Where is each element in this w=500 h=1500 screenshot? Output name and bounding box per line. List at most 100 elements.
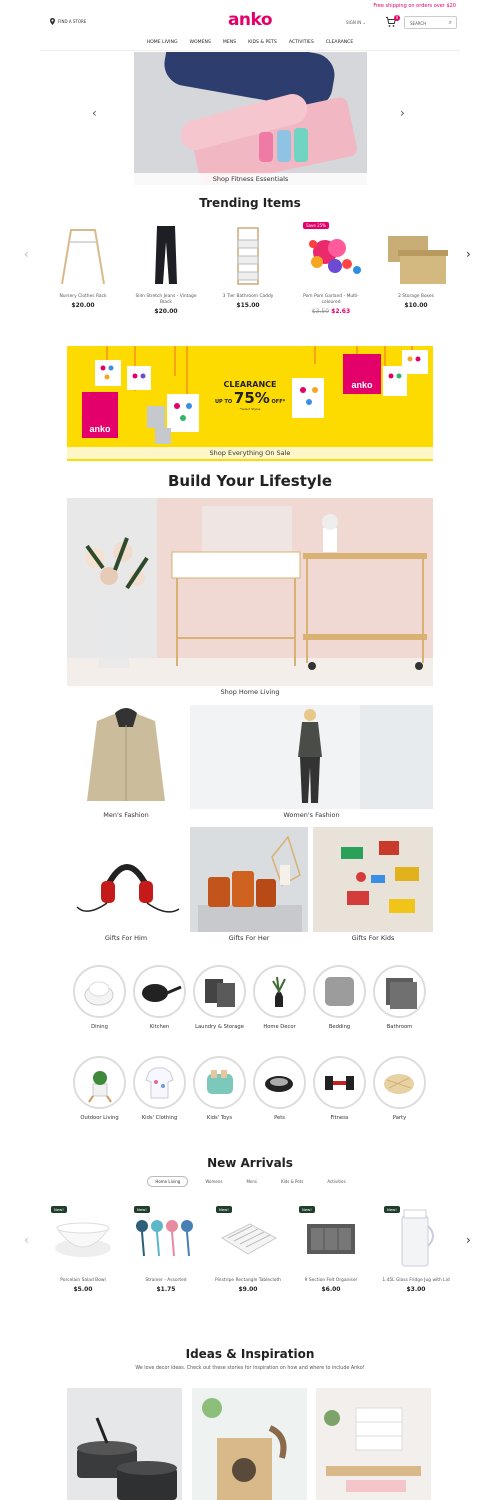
mens-fashion-caption[interactable]: Men's Fashion — [67, 809, 185, 821]
trending-product-3[interactable]: 3 Tier Bathroom Caddy $15.00 — [212, 222, 284, 309]
trending-next-arrow-icon[interactable]: › — [466, 247, 471, 261]
search-input[interactable]: SEARCH ⌕ — [404, 16, 457, 29]
clearance-banner[interactable]: anko anko CLEARANCE UP TO 75% OFF* *Sele… — [67, 346, 433, 461]
gifts-for-kids-caption[interactable]: Gifts For Kids — [313, 932, 433, 944]
nav-kids-pets[interactable]: KIDS & PETS — [248, 40, 277, 45]
hero-caption[interactable]: Shop Fitness Essentials — [134, 173, 367, 185]
product-price: $1.75 — [156, 1286, 176, 1293]
new-arrivals-tabs: Home Living Womens Mens Kids & Pets Acti… — [0, 1176, 500, 1187]
gifts-for-kids-tile[interactable]: Gifts For Kids — [313, 827, 433, 945]
new-badge: New! — [51, 1206, 67, 1213]
nav-womens[interactable]: WOMENS — [190, 40, 211, 45]
candles-image — [190, 827, 308, 932]
chevron-down-icon: ⌄ — [362, 20, 366, 25]
ideas-subtitle: We love decor ideas. Check out these sto… — [135, 1366, 365, 1371]
product-name: 9 Section Felt Organiser — [304, 1278, 358, 1283]
kids-top-icon — [133, 1056, 186, 1109]
category-outdoor-living[interactable]: Outdoor Living — [73, 1056, 126, 1122]
product-name: 3 Tier Bathroom Caddy — [222, 294, 274, 299]
product-name: 2 Storage Boxes — [398, 294, 434, 299]
gifts-for-her-tile[interactable]: Gifts For Her — [190, 827, 308, 945]
trending-product-2[interactable]: Slim Stretch Jeans - Vintage Black $20.0… — [130, 222, 202, 315]
dining-icon — [73, 965, 126, 1018]
home-living-tile[interactable]: Shop Home Living — [67, 498, 433, 700]
fitness-image — [134, 52, 367, 185]
kitchen-pan-icon — [133, 965, 186, 1018]
product-name: Pinstripe Rectangle Tablecloth — [215, 1278, 281, 1283]
product-price: $10.00 — [404, 302, 428, 309]
product-price: $20.00 — [71, 302, 95, 309]
new-product-3[interactable]: New! Pinstripe Rectangle Tablecloth $9.0… — [212, 1206, 284, 1293]
category-kids-toys[interactable]: Kids' Toys — [193, 1056, 246, 1122]
idea-card-storage[interactable] — [316, 1388, 431, 1500]
product-name: Strainer - Assorted — [145, 1278, 187, 1283]
category-kids-clothing[interactable]: Kids' Clothing — [133, 1056, 186, 1122]
category-label: Kids' Clothing — [141, 1115, 178, 1121]
new-product-1[interactable]: New! Porcelain Salad Bowl $5.00 — [47, 1206, 119, 1293]
category-home-decor[interactable]: Home Decor — [253, 965, 306, 1031]
gifts-for-him-tile[interactable]: Gifts For Him — [67, 827, 185, 945]
category-bathroom[interactable]: Bathroom — [373, 965, 426, 1031]
trending-prev-arrow-icon[interactable]: ‹ — [24, 247, 29, 261]
trending-product-4[interactable]: Save 25% Pom Pom Garland - Multi-coloure… — [295, 222, 367, 315]
tab-mens[interactable]: Mens — [239, 1177, 264, 1186]
search-icon[interactable]: ⌕ — [449, 19, 452, 27]
hero-next-arrow-icon[interactable]: › — [400, 106, 405, 120]
free-shipping-promo[interactable]: Free shipping on orders over $20 — [373, 3, 456, 9]
ideas-title: Ideas & Inspiration — [185, 1347, 315, 1361]
mens-fashion-tile[interactable]: Men's Fashion — [67, 705, 185, 822]
womens-fashion-tile[interactable]: Women's Fashion — [190, 705, 433, 822]
new-product-5[interactable]: New! 1.45L Glass Fridge Jug with Lid $3.… — [380, 1206, 452, 1293]
tab-home-living[interactable]: Home Living — [147, 1176, 189, 1187]
clearance-off: OFF* — [271, 399, 286, 405]
mens-jacket-image — [67, 705, 185, 810]
idea-card-pets[interactable] — [192, 1388, 307, 1500]
category-pets[interactable]: Pets — [253, 1056, 306, 1122]
nav-mens[interactable]: MENS — [223, 40, 236, 45]
search-placeholder: SEARCH — [410, 21, 427, 26]
nav-home-living[interactable]: HOME LIVING — [147, 40, 178, 45]
category-party[interactable]: Party — [373, 1056, 426, 1122]
product-name: Porcelain Salad Bowl — [60, 1278, 106, 1283]
trending-product-5[interactable]: 2 Storage Boxes $10.00 — [380, 222, 452, 309]
new-badge: New! — [299, 1206, 315, 1213]
new-arrivals-prev-arrow-icon[interactable]: ‹ — [24, 1233, 29, 1247]
tab-womens[interactable]: Womens — [198, 1177, 229, 1186]
product-name: Pom Pom Garland - Multi-coloured — [303, 294, 359, 305]
gifts-for-her-caption[interactable]: Gifts For Her — [190, 932, 308, 944]
category-label: Kitchen — [149, 1024, 170, 1030]
new-product-2[interactable]: New! Strainer - Assorted $1.75 — [130, 1206, 202, 1293]
sign-in-link[interactable]: SIGN IN ⌄ — [346, 20, 366, 25]
nav-divider — [40, 50, 460, 51]
category-kitchen[interactable]: Kitchen — [133, 965, 186, 1031]
strainer-image — [136, 1220, 193, 1257]
tab-kids-pets[interactable]: Kids & Pets — [274, 1177, 310, 1186]
product-name: Nursery Clothes Rack — [59, 294, 107, 299]
home-living-caption[interactable]: Shop Home Living — [67, 686, 433, 698]
towel-icon — [373, 965, 426, 1018]
clearance-caption[interactable]: Shop Everything On Sale — [67, 447, 433, 459]
category-dining[interactable]: Dining — [73, 965, 126, 1031]
hero-prev-arrow-icon[interactable]: ‹ — [92, 106, 97, 120]
new-arrivals-next-arrow-icon[interactable]: › — [466, 1233, 471, 1247]
clearance-note: *Select Styles — [239, 407, 261, 411]
storage-boxes-image — [388, 236, 448, 284]
pom-pom-garland-image — [309, 239, 361, 274]
new-badge: New! — [134, 1206, 150, 1213]
category-label: Home Decor — [263, 1024, 296, 1030]
new-product-4[interactable]: New! 9 Section Felt Organiser $6.00 — [295, 1206, 367, 1293]
hero-banner[interactable]: Shop Fitness Essentials — [134, 52, 367, 185]
jeans-image — [155, 226, 177, 284]
gifts-for-him-caption[interactable]: Gifts For Him — [67, 932, 185, 944]
category-laundry-storage[interactable]: Laundry & Storage — [193, 965, 246, 1031]
trending-product-1[interactable]: Nursery Clothes Rack $20.00 — [47, 222, 119, 309]
idea-card-cookware[interactable] — [67, 1388, 182, 1500]
category-bedding[interactable]: Bedding — [313, 965, 366, 1031]
nav-clearance[interactable]: CLEARANCE — [326, 40, 354, 45]
clearance-text: CLEARANCE UP TO 75% OFF* *Select Styles — [215, 380, 285, 411]
tab-activities[interactable]: Activities — [320, 1177, 352, 1186]
category-fitness[interactable]: Fitness — [313, 1056, 366, 1122]
product-price: $20.00 — [154, 308, 178, 315]
nav-activities[interactable]: ACTIVITIES — [289, 40, 314, 45]
womens-fashion-caption[interactable]: Women's Fashion — [190, 809, 433, 821]
